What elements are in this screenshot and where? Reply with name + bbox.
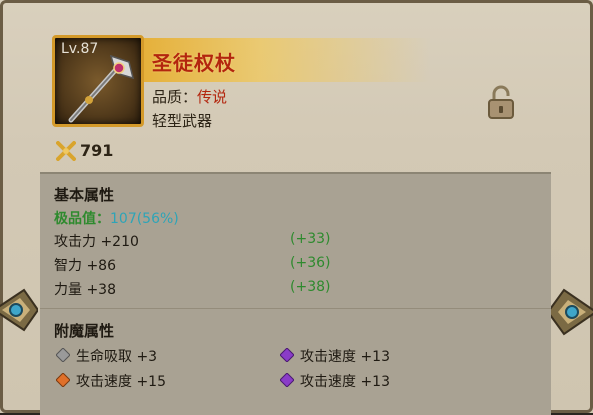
stat-attack-bonus: (+33) (290, 231, 331, 247)
item-tooltip-panel: Lv.87 圣徒权杖 品质：传说 轻型武器 791 基本属性 极品值：107(5… (0, 0, 593, 415)
base-attributes-title: 基本属性 (54, 186, 115, 204)
extreme-label: 极品值： (54, 211, 110, 227)
quality-label: 品质： (152, 88, 198, 106)
section-divider (40, 308, 551, 309)
stat-attack: 攻击力 +210 (54, 234, 139, 250)
enchant-attack-speed-1: 攻击速度 +13 (300, 349, 390, 365)
stat-strength: 力量 +38 (54, 282, 116, 298)
item-icon-frame: Lv.87 (52, 35, 144, 127)
quality-row: 品质：传说 (152, 86, 227, 107)
extreme-value: 107(56%) (110, 211, 179, 227)
purple-gem-icon (280, 373, 294, 387)
quality-value: 传说 (197, 88, 228, 106)
left-ornament-icon (0, 288, 38, 332)
enchant-attack-speed-2: 攻击速度 +15 (76, 374, 166, 390)
item-type: 轻型武器 (152, 112, 213, 130)
enchant-attributes-title: 附魔属性 (54, 322, 115, 340)
power-value: 791 (80, 141, 114, 160)
crossed-swords-icon (56, 141, 76, 161)
enchant-attack-speed-3: 攻击速度 +13 (300, 374, 390, 390)
purple-gem-icon (280, 348, 294, 362)
unlocked-padlock-icon[interactable] (486, 84, 516, 120)
scepter-icon (68, 54, 135, 123)
gray-gem-icon (56, 348, 70, 362)
orange-gem-icon (56, 373, 70, 387)
stat-intellect-bonus: (+36) (290, 255, 331, 271)
extreme-value-row: 极品值：107(56%) (54, 208, 179, 228)
stat-strength-bonus: (+38) (290, 279, 331, 295)
enchant-life-steal: 生命吸取 +3 (76, 349, 158, 365)
stat-intellect: 智力 +86 (54, 258, 116, 274)
item-name: 圣徒权杖 (152, 51, 236, 75)
